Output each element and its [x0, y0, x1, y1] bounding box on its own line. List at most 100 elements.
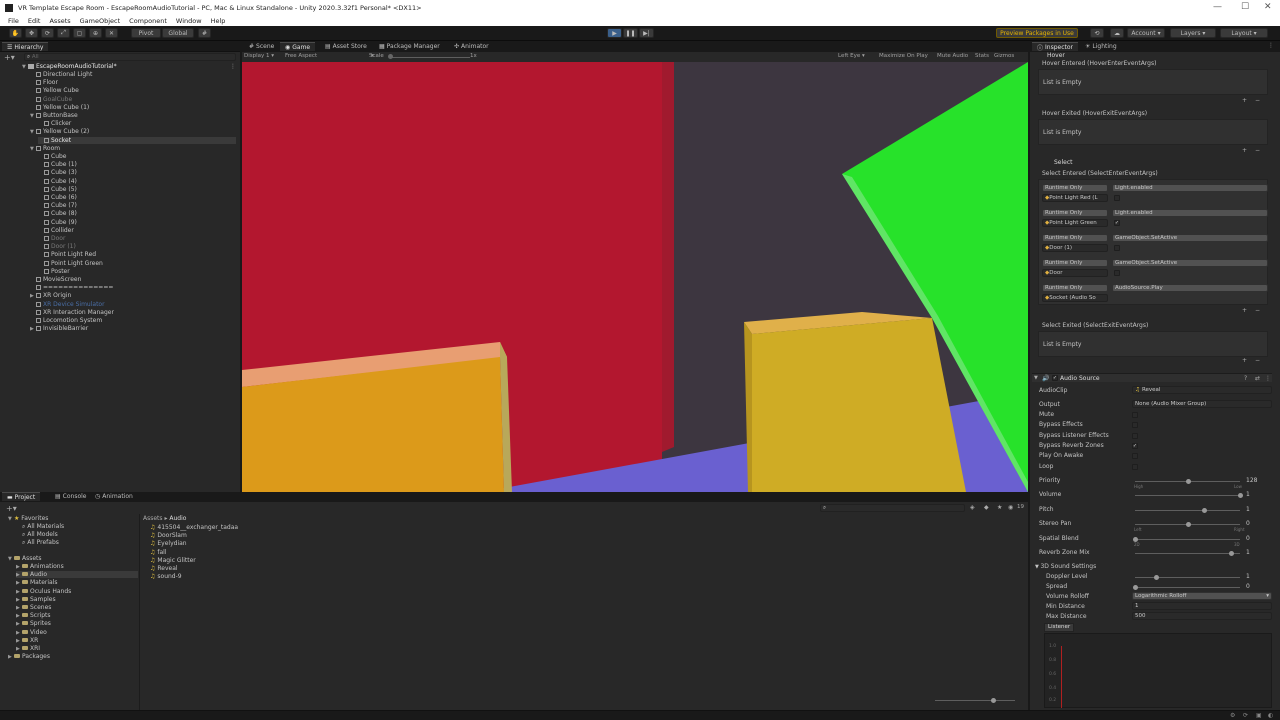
status-icon-3[interactable]: ▣ — [1256, 712, 1262, 719]
scale-slider-knob[interactable] — [388, 54, 393, 59]
audio-slider-value[interactable]: 1 — [1246, 506, 1250, 513]
breadcrumb-audio[interactable]: Audio — [169, 515, 186, 522]
audio-source-enabled-checkbox[interactable]: ✓ — [1052, 375, 1058, 381]
game-view[interactable] — [242, 62, 1028, 492]
mute-audio-toggle[interactable]: Mute Audio — [937, 53, 968, 59]
asset-folder[interactable]: ▶ Video — [16, 629, 47, 636]
audio-toggle-checkbox[interactable] — [1132, 412, 1138, 418]
preview-packages-button[interactable]: Preview Packages in Use — [996, 28, 1078, 38]
event-runtime-dropdown[interactable]: Runtime Only — [1042, 284, 1108, 292]
menu-file[interactable]: File — [8, 17, 19, 25]
doppler-slider-track[interactable] — [1135, 577, 1240, 578]
favorite-star-icon[interactable]: ★ — [997, 504, 1002, 511]
event-runtime-dropdown[interactable]: Runtime Only — [1042, 209, 1108, 217]
asset-folder[interactable]: ▶ Oculus Hands — [16, 588, 71, 595]
audio-slider-knob[interactable] — [1228, 551, 1234, 556]
output-field[interactable]: None (Audio Mixer Group) — [1132, 400, 1272, 408]
hierarchy-item[interactable]: XR Interaction Manager — [30, 309, 114, 316]
hierarchy-item[interactable]: Locomotion System — [30, 317, 102, 324]
status-icon-1[interactable]: ⚙ — [1230, 712, 1235, 719]
audio-file-item[interactable]: ♫ fall — [150, 549, 167, 556]
tab-animator[interactable]: ✣ Animator — [449, 42, 494, 51]
aspect-dropdown[interactable]: Free Aspect ▾ — [285, 53, 374, 59]
assets-root[interactable]: ▼ Assets — [8, 555, 42, 562]
audio-toggle-checkbox[interactable] — [1132, 422, 1138, 429]
audio-slider-track[interactable] — [1135, 553, 1240, 554]
icon-size-slider-track[interactable] — [935, 700, 1015, 701]
eye-dropdown[interactable]: Left Eye ▾ — [838, 53, 865, 59]
hierarchy-item[interactable]: Cube (6) — [38, 194, 77, 201]
filter-type-icon[interactable]: ◈ — [970, 504, 975, 511]
hover-exited-remove[interactable]: − — [1255, 147, 1260, 154]
hierarchy-item[interactable]: ▶ InvisibleBarrier — [30, 325, 88, 332]
audio-file-item[interactable]: ♫ sound-9 — [150, 573, 182, 580]
pause-button[interactable]: ❚❚ — [623, 28, 638, 38]
select-entered-remove[interactable]: − — [1255, 307, 1260, 314]
audio-toggle-checkbox[interactable] — [1132, 453, 1138, 460]
maximize-on-play-toggle[interactable]: Maximize On Play — [879, 53, 928, 59]
menu-help[interactable]: Help — [211, 17, 226, 25]
event-function-dropdown[interactable]: GameObject.SetActive — [1112, 234, 1268, 242]
asset-folder[interactable]: ▶ Animations — [16, 563, 64, 570]
tab-package-manager[interactable]: ▦ Package Manager — [374, 42, 445, 51]
project-add-icon[interactable]: +▾ — [6, 504, 17, 513]
audio-slider-knob[interactable] — [1185, 479, 1191, 484]
help-icon[interactable]: ? — [1244, 375, 1247, 382]
event-target-field[interactable]: ◆ Door (1) — [1042, 244, 1108, 252]
pivot-toggle[interactable]: Pivot — [131, 28, 161, 38]
hierarchy-item[interactable]: Door (1) — [38, 243, 76, 250]
tab-animation[interactable]: ◷ Animation — [90, 492, 138, 501]
event-value-checkbox[interactable] — [1114, 245, 1120, 251]
event-target-field[interactable]: ◆ Socket (Audio So — [1042, 294, 1108, 302]
move-tool-icon[interactable]: ✥ — [25, 28, 38, 38]
doppler-value[interactable]: 1 — [1246, 573, 1250, 580]
doppler-slider-knob[interactable] — [1154, 575, 1159, 580]
add-icon[interactable]: +▾ — [4, 53, 15, 62]
hierarchy-item[interactable]: Socket — [38, 136, 236, 144]
hierarchy-item[interactable]: ▼ ButtonBase — [30, 112, 78, 119]
audio-slider-value[interactable]: 1 — [1246, 491, 1250, 498]
scale-tool-icon[interactable]: ⤢ — [57, 28, 70, 38]
event-target-field[interactable]: ◆ Point Light Red (L — [1042, 194, 1108, 202]
sound3d-foldout[interactable]: ▼ 3D Sound Settings — [1035, 563, 1096, 570]
listener-tab[interactable]: Listener — [1044, 623, 1074, 632]
menu-window[interactable]: Window — [176, 17, 202, 25]
audio-file-item[interactable]: ♫ 415504__exchanger_tadaa — [150, 524, 238, 531]
rect-tool-icon[interactable]: ▢ — [73, 28, 86, 38]
snap-icon[interactable]: # — [198, 28, 211, 38]
cloud-icon[interactable]: ☁ — [1110, 28, 1124, 38]
asset-folder[interactable]: ▶ XRI — [16, 645, 40, 652]
preset-icon[interactable]: ⇄ — [1255, 375, 1260, 382]
hierarchy-item[interactable]: Clicker — [38, 120, 71, 127]
event-value-checkbox[interactable] — [1114, 195, 1120, 201]
packages-root[interactable]: ▶ Packages — [8, 653, 50, 660]
hierarchy-item[interactable]: Cube — [38, 153, 67, 160]
favorites-header[interactable]: ▼ ★ Favorites — [8, 515, 48, 522]
audio-slider-value[interactable]: 128 — [1246, 477, 1257, 484]
audio-source-header[interactable]: ▼ 🔊 ✓ Audio Source ? ⇄ ⋮ — [1032, 373, 1272, 382]
audio-file-item[interactable]: ♫ DoorSlam — [150, 532, 187, 539]
scene-menu-icon[interactable]: ⋮ — [230, 63, 236, 70]
min-distance-field[interactable]: 1 — [1132, 602, 1272, 610]
menu-component[interactable]: Component — [129, 17, 167, 25]
tab-console[interactable]: ▤ Console — [50, 492, 92, 501]
event-function-dropdown[interactable]: GameObject.SetActive — [1112, 259, 1268, 267]
tab-project[interactable]: ▬ Project — [2, 492, 41, 501]
asset-folder[interactable]: ▶ Scripts — [16, 612, 51, 619]
hierarchy-item[interactable]: Cube (3) — [38, 169, 77, 176]
spread-slider-knob[interactable] — [1133, 585, 1138, 590]
gizmos-dropdown[interactable]: Gizmos — [994, 53, 1014, 59]
custom-tool-icon[interactable]: ✕ — [105, 28, 118, 38]
status-icon-4[interactable]: ◐ — [1268, 712, 1273, 719]
hierarchy-item[interactable]: Directional Light — [30, 71, 92, 78]
spread-slider-track[interactable] — [1135, 587, 1240, 588]
breadcrumb-assets[interactable]: Assets — [143, 515, 163, 522]
hierarchy-item[interactable]: Yellow Cube — [30, 87, 79, 94]
select-exited-remove[interactable]: − — [1255, 357, 1260, 364]
hierarchy-item[interactable]: Cube (8) — [38, 210, 77, 217]
event-function-dropdown[interactable]: Light.enabled — [1112, 209, 1268, 217]
account-dropdown[interactable]: Account ▾ — [1127, 28, 1165, 38]
visibility-icon[interactable]: ◉ — [1008, 504, 1013, 511]
hierarchy-item[interactable]: Point Light Green — [38, 260, 103, 267]
stats-toggle[interactable]: Stats — [975, 53, 989, 59]
